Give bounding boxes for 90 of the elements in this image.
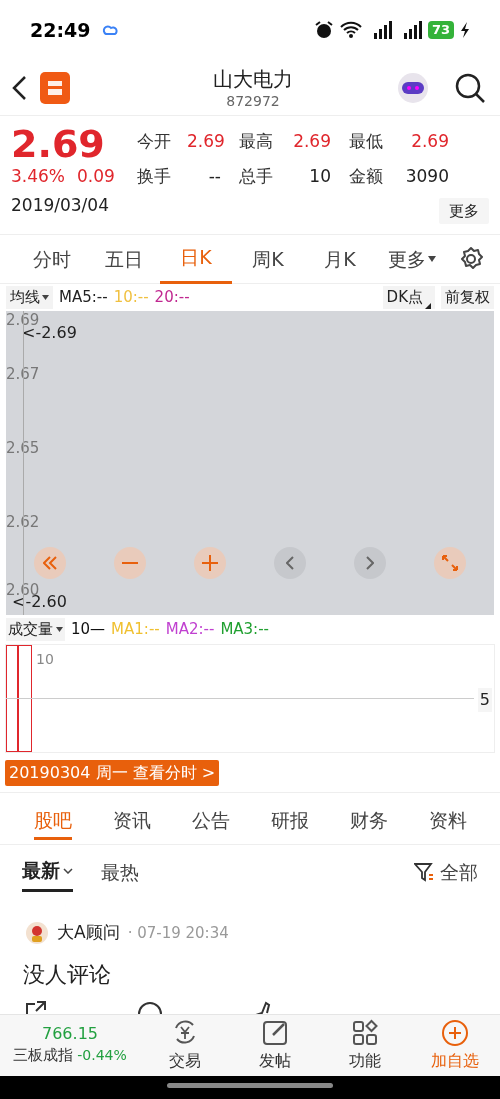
stat-label: 换手 [137, 165, 172, 188]
corner-icon [425, 302, 431, 309]
settings-icon[interactable] [458, 246, 484, 272]
battery-level: 73 [427, 21, 454, 39]
stat-label: 今开 [137, 130, 172, 153]
stat-label: 总手 [239, 165, 274, 188]
sort-tab[interactable]: 最新 [22, 852, 73, 892]
quote-date: 2019/03/04 [11, 194, 110, 217]
dropdown-icon [42, 295, 49, 300]
change-percent: 3.46% [11, 165, 65, 188]
rewind-button[interactable] [34, 547, 66, 579]
toolbar-button[interactable]: 发帖 [230, 1018, 320, 1073]
volume-ma-value: MA1:-- [111, 619, 160, 641]
alarm-icon [313, 20, 334, 40]
last-price: 2.69 [11, 124, 106, 164]
dropdown-icon [428, 256, 436, 262]
news-tab[interactable]: 公告 [171, 796, 250, 845]
filter-button[interactable]: 全部 [414, 857, 478, 887]
fullscreen-button[interactable] [434, 547, 466, 579]
volume-ma-value: 10— [71, 619, 106, 641]
axis-label: 5 [477, 688, 492, 712]
zoom-in-icon [202, 555, 218, 571]
chevron-right-button[interactable] [354, 547, 386, 579]
ma-selector[interactable]: 均线 [6, 286, 53, 309]
stat-value: 3090 [404, 165, 449, 188]
rewind-icon [43, 556, 57, 570]
ma-value: 20:-- [154, 287, 190, 309]
axis-label: 10 [36, 650, 54, 669]
wifi-icon [339, 21, 362, 39]
share-icon [25, 1000, 47, 1015]
chevron-down-icon [63, 867, 73, 874]
index-change: -0.44% [77, 1046, 127, 1066]
stat-value: 10 [308, 165, 331, 188]
dk-points-button[interactable]: DK点 [382, 286, 435, 309]
index-value: 766.15 [42, 1024, 98, 1045]
sort-tab[interactable]: 最热 [101, 852, 139, 892]
filter-icon [414, 862, 434, 882]
chevron-left-icon [286, 556, 294, 570]
stat-label: 最低 [349, 130, 384, 153]
comment-icon [137, 1000, 163, 1015]
stock-code: 872972 [226, 91, 280, 110]
dropdown-icon [56, 627, 63, 632]
stat-value: 2.69 [292, 130, 331, 153]
zoom-out-icon [122, 561, 138, 565]
post-author: 大A顾问 [57, 921, 120, 944]
change-amount: 0.09 [77, 165, 115, 188]
stat-label: 金额 [349, 165, 384, 188]
news-tab[interactable]: 资讯 [92, 796, 171, 845]
news-tab[interactable]: 研报 [250, 796, 329, 845]
period-tab[interactable]: 周K [232, 234, 304, 284]
period-tab[interactable]: 五日 [88, 234, 160, 284]
search-icon[interactable] [454, 71, 486, 104]
period-tab[interactable]: 分时 [16, 234, 88, 284]
period-tab[interactable]: 月K [304, 234, 376, 284]
status-time: 22:49 [30, 17, 91, 43]
zoom-in-button[interactable] [194, 547, 226, 579]
axis-label: 2.67 [6, 365, 40, 383]
toolbar-button[interactable]: 功能 [320, 1018, 410, 1073]
charging-icon [460, 22, 470, 38]
chevron-right-icon [366, 556, 374, 570]
index-name: 三板成指 [13, 1045, 74, 1067]
post-time: · 07-19 20:34 [127, 922, 229, 944]
more-button[interactable]: 更多 [439, 198, 489, 224]
news-tab[interactable]: 资料 [408, 796, 487, 845]
robot-icon[interactable] [396, 70, 430, 105]
toolbar-button[interactable]: 交易 [140, 1018, 230, 1073]
period-tab[interactable]: 更多 [376, 234, 448, 284]
stat-label: 最高 [239, 130, 274, 153]
chevron-left-button[interactable] [274, 547, 306, 579]
avatar-icon [25, 920, 49, 945]
compose-icon [261, 1018, 289, 1047]
stat-value: 2.69 [410, 130, 449, 153]
fullscreen-icon [442, 555, 458, 571]
axis-label: 2.62 [6, 513, 40, 531]
stat-value: -- [207, 165, 221, 188]
volume-selector[interactable]: 成交量 [6, 618, 65, 641]
ma-value: 10:-- [113, 287, 149, 309]
add-circle-icon [441, 1018, 469, 1047]
news-tab[interactable]: 财务 [329, 796, 408, 845]
apps-icon [351, 1018, 379, 1047]
ma-value: MA5:-- [59, 287, 108, 309]
axis-label: 2.65 [6, 439, 40, 457]
cloud-icon [102, 24, 121, 36]
stock-name: 山大电力 [213, 65, 293, 92]
volume-ma-value: MA3:-- [220, 619, 269, 641]
zoom-out-button[interactable] [114, 547, 146, 579]
adjustment-button[interactable]: 前复权 [441, 286, 494, 309]
volume-ma-value: MA2:-- [165, 619, 215, 641]
axis-label: 2.69 [6, 311, 40, 329]
post-text: 没人评论 [22, 960, 112, 989]
